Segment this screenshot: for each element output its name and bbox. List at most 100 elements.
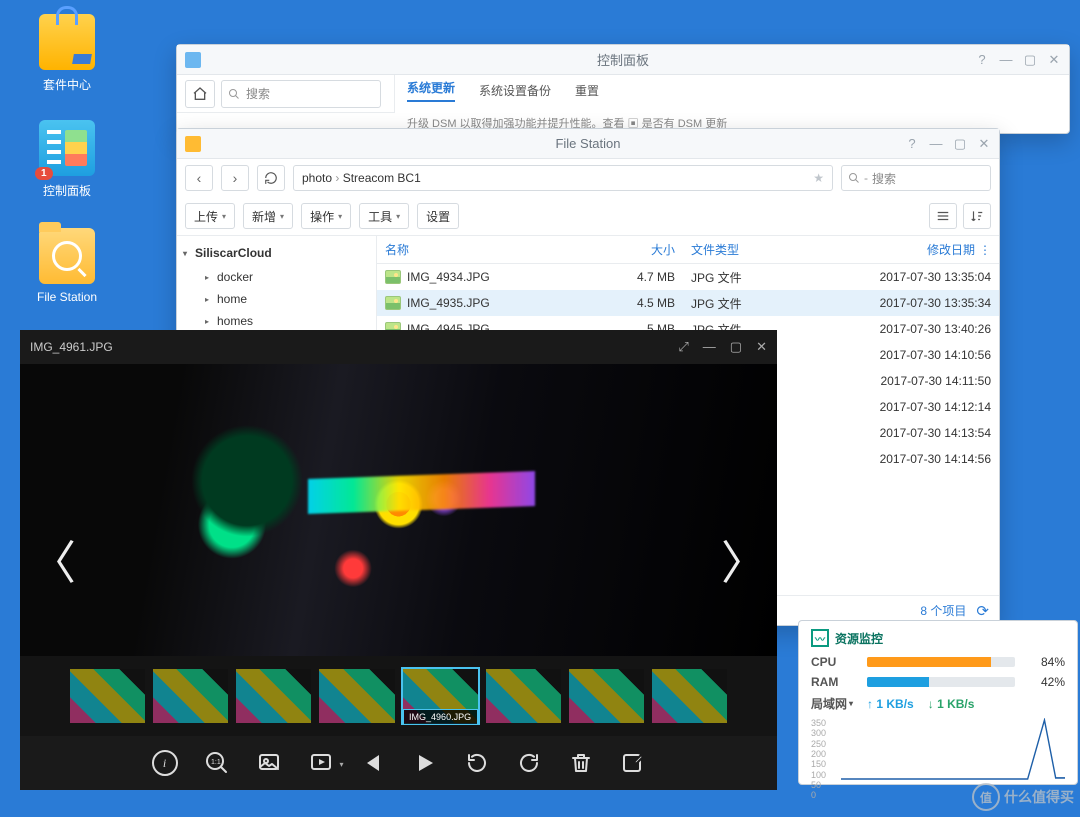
thumbnail[interactable] <box>153 669 228 723</box>
tree-node[interactable]: ▸docker <box>183 266 370 288</box>
minimize-button[interactable]: — <box>925 135 947 153</box>
reload-button[interactable] <box>257 165 285 191</box>
lan-label[interactable]: 局域网 ▾ <box>811 695 853 712</box>
thumbnail[interactable] <box>569 669 644 723</box>
desktop-icon-package-center[interactable]: 套件中心 <box>22 14 112 93</box>
back-button[interactable]: ‹ <box>185 165 213 191</box>
viewer-title: IMG_4961.JPG <box>30 340 113 354</box>
settings-button[interactable]: 设置 <box>417 203 459 229</box>
tools-button[interactable]: 工具▾ <box>359 203 409 229</box>
tab-config-backup[interactable]: 系统设置备份 <box>479 82 551 99</box>
window-titlebar[interactable]: 控制面板 ? — ▢ ✕ <box>177 45 1069 75</box>
sort-button[interactable] <box>963 203 991 229</box>
edit-button[interactable] <box>620 750 646 776</box>
thumbnail[interactable] <box>319 669 394 723</box>
col-name[interactable]: 名称 <box>385 241 621 258</box>
file-search[interactable]: - 搜索 <box>841 165 991 191</box>
forward-button[interactable]: › <box>221 165 249 191</box>
play-button[interactable] <box>412 750 438 776</box>
window-titlebar[interactable]: File Station ? — ▢ ✕ <box>177 129 999 159</box>
file-list-header: 名称 大小 文件类型 修改日期 ⋮ <box>377 236 999 264</box>
col-type[interactable]: 文件类型 <box>691 241 831 258</box>
file-row[interactable]: IMG_4935.JPG4.5 MBJPG 文件2017-07-30 13:35… <box>377 290 999 316</box>
thumbnail[interactable] <box>652 669 727 723</box>
thumbnail[interactable] <box>70 669 145 723</box>
upload-button[interactable]: 上传▾ <box>185 203 235 229</box>
prev-image-button[interactable]: 〈 <box>20 517 86 603</box>
rotate-left-button[interactable] <box>464 750 490 776</box>
file-type: JPG 文件 <box>691 269 831 286</box>
delete-button[interactable] <box>568 750 594 776</box>
item-count: 8 个项目 <box>920 602 966 619</box>
file-name: IMG_4935.JPG <box>407 296 490 310</box>
watermark: 值 什么值得买 <box>972 783 1074 811</box>
minimize-button[interactable]: — <box>703 339 716 355</box>
maximize-button[interactable]: ▢ <box>730 339 742 355</box>
rotate-right-button[interactable] <box>516 750 542 776</box>
control-panel-search[interactable]: 搜索 <box>221 80 381 108</box>
view-list-button[interactable] <box>929 203 957 229</box>
cpu-label: CPU <box>811 655 857 669</box>
thumbnail[interactable] <box>486 669 561 723</box>
minimize-button[interactable]: — <box>995 51 1017 69</box>
network-graph: 350300250200150100500 <box>811 718 1065 780</box>
thumbnail[interactable] <box>236 669 311 723</box>
close-button[interactable]: ✕ <box>973 135 995 153</box>
desktop-icon-file-station[interactable]: File Station <box>22 228 112 304</box>
tab-system-update[interactable]: 系统更新 <box>407 79 455 102</box>
refresh-button[interactable]: ⟳ <box>976 602 989 620</box>
tree-node[interactable]: ▸home <box>183 288 370 310</box>
column-menu-icon[interactable]: ⋮ <box>979 243 991 257</box>
zoom-actual-button[interactable]: 1:1 <box>204 750 230 776</box>
chevron-down-icon: ▾ <box>339 760 343 769</box>
thumbnail-strip: IMG_4960.JPG <box>20 656 777 736</box>
tab-reset[interactable]: 重置 <box>575 82 599 99</box>
viewer-titlebar[interactable]: IMG_4961.JPG ⤢ — ▢ ✕ <box>20 330 777 364</box>
wallpaper-button[interactable] <box>256 750 282 776</box>
shopping-bag-icon <box>39 14 95 70</box>
control-panel-icon: 1 <box>39 120 95 176</box>
new-button[interactable]: 新增▾ <box>243 203 293 229</box>
search-placeholder: 搜索 <box>246 85 270 102</box>
icon-label: 控制面板 <box>22 182 112 199</box>
fullscreen-button[interactable]: ⤢ <box>678 339 688 355</box>
desktop-icon-control-panel[interactable]: 1 控制面板 <box>22 120 112 199</box>
file-date: 2017-07-30 13:40:26 <box>831 322 991 336</box>
file-date: 2017-07-30 14:11:50 <box>880 368 991 394</box>
thumbnail-selected[interactable]: IMG_4960.JPG <box>403 669 478 723</box>
close-button[interactable]: ✕ <box>1043 51 1065 69</box>
action-button[interactable]: 操作▾ <box>301 203 351 229</box>
file-date: 2017-07-30 14:14:56 <box>880 446 991 472</box>
breadcrumb-folder[interactable]: Streacom BC1 <box>343 171 421 185</box>
file-row[interactable]: IMG_4934.JPG4.7 MBJPG 文件2017-07-30 13:35… <box>377 264 999 290</box>
navigation-bar: ‹ › photo › Streacom BC1 ★ - 搜索 <box>177 159 999 197</box>
upload-speed: ↑ 1 KB/s <box>867 697 914 711</box>
resource-monitor-widget: 〰 资源监控 CPU 84% RAM 42% 局域网 ▾ ↑ 1 KB/s ↓ … <box>798 620 1078 785</box>
thumbnail-caption: IMG_4960.JPG <box>403 709 478 725</box>
favorite-star-icon[interactable]: ★ <box>813 171 824 185</box>
next-image-button[interactable]: 〉 <box>711 517 777 603</box>
step-back-button[interactable] <box>360 750 386 776</box>
maximize-button[interactable]: ▢ <box>1019 51 1041 69</box>
file-size: 4.7 MB <box>621 270 691 284</box>
col-date[interactable]: 修改日期 <box>927 241 975 258</box>
home-button[interactable] <box>185 80 215 108</box>
file-date: 2017-07-30 13:35:34 <box>831 296 991 310</box>
tree-node[interactable]: ▸homes <box>183 310 370 332</box>
file-size: 4.5 MB <box>621 296 691 310</box>
slideshow-button[interactable]: ▾ <box>308 750 334 776</box>
icon-label: File Station <box>22 290 112 304</box>
maximize-button[interactable]: ▢ <box>949 135 971 153</box>
viewer-image[interactable] <box>20 364 777 656</box>
svg-text:1:1: 1:1 <box>211 759 221 766</box>
tree-root[interactable]: ▾SiliscarCloud <box>183 246 370 260</box>
help-button[interactable]: ? <box>971 51 993 69</box>
col-size[interactable]: 大小 <box>621 241 691 258</box>
info-button[interactable]: i <box>152 750 178 776</box>
path-breadcrumb[interactable]: photo › Streacom BC1 ★ <box>293 165 833 191</box>
file-date: 2017-07-30 14:13:54 <box>880 420 991 446</box>
help-button[interactable]: ? <box>901 135 923 153</box>
breadcrumb-root[interactable]: photo <box>302 171 332 185</box>
close-button[interactable]: ✕ <box>756 339 767 355</box>
icon-label: 套件中心 <box>22 76 112 93</box>
